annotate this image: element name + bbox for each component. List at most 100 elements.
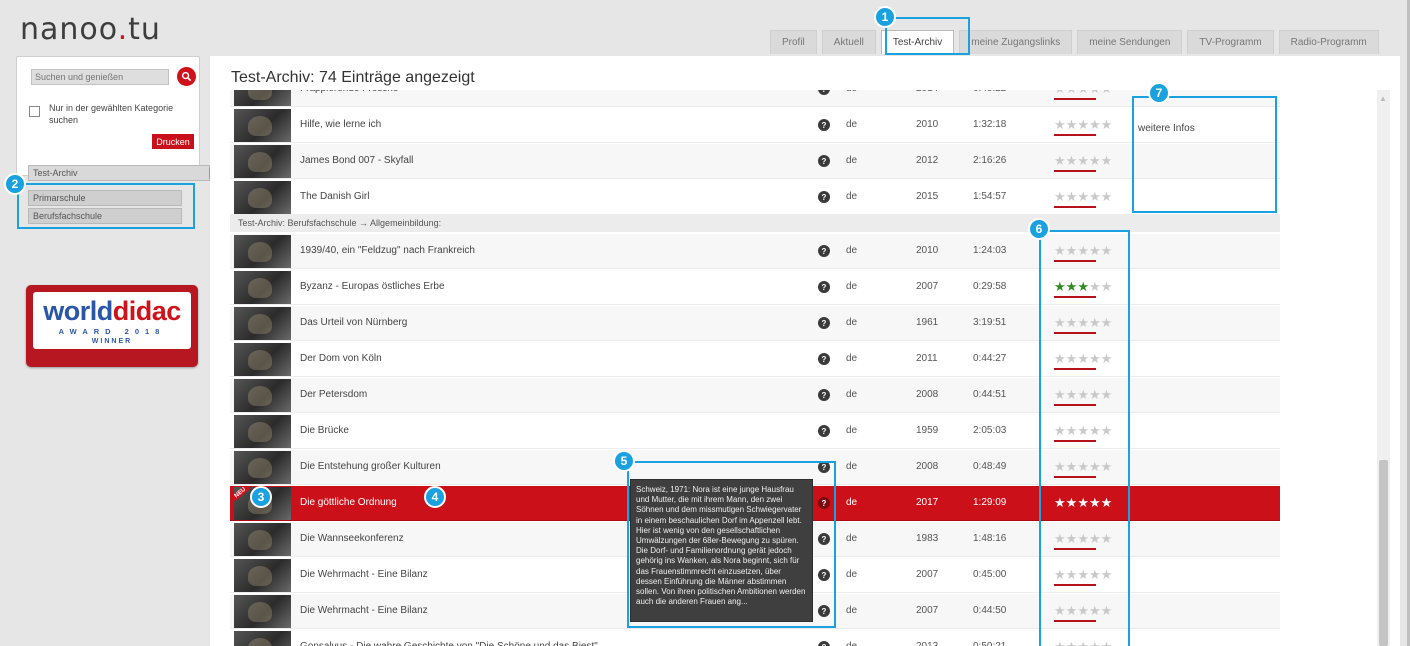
video-thumbnail[interactable] xyxy=(234,90,291,106)
item-title[interactable]: Die Wannseekonferenz xyxy=(300,533,404,544)
list-item[interactable]: The Danish Girl de 2015 1:54:57? ★★★★★ xyxy=(230,180,1280,215)
item-title[interactable]: Die Brücke xyxy=(300,425,349,436)
star-icon[interactable]: ★ xyxy=(1077,90,1089,96)
print-button[interactable]: Drucken xyxy=(152,134,194,149)
item-title[interactable]: Hilfe, wie lerne ich xyxy=(300,119,381,130)
scrollbar[interactable]: ▲ xyxy=(1377,90,1390,646)
star-icon[interactable]: ★ xyxy=(1077,153,1089,168)
tab-aktuell[interactable]: Aktuell xyxy=(821,30,876,54)
star-icon[interactable]: ★ xyxy=(1101,189,1113,204)
star-icon[interactable]: ★ xyxy=(1089,117,1101,132)
star-icon[interactable]: ★ xyxy=(1101,90,1113,96)
rating-stars[interactable]: ★★★★★ xyxy=(1054,117,1112,133)
info-icon[interactable]: ? xyxy=(818,425,830,437)
item-title[interactable]: Die göttliche Ordnung xyxy=(300,497,397,508)
star-icon[interactable]: ★ xyxy=(1089,189,1101,204)
video-thumbnail[interactable] xyxy=(234,271,291,304)
tab-radio-programm[interactable]: Radio-Programm xyxy=(1278,30,1379,54)
star-icon[interactable]: ★ xyxy=(1101,117,1113,132)
rating-stars[interactable]: ★★★★★ xyxy=(1054,189,1112,205)
logo[interactable]: nanoo.tu xyxy=(20,12,161,47)
star-icon[interactable]: ★ xyxy=(1089,153,1101,168)
video-thumbnail[interactable] xyxy=(234,523,291,556)
item-title[interactable]: Gonsalvus - Die wahre Geschichte von "Di… xyxy=(300,641,598,646)
item-title[interactable]: James Bond 007 - Skyfall xyxy=(300,155,413,166)
info-icon[interactable]: ? xyxy=(818,191,830,203)
search-button[interactable] xyxy=(177,67,196,86)
item-language: de xyxy=(846,90,857,94)
video-thumbnail[interactable] xyxy=(234,181,291,214)
list-item[interactable]: Hilfe, wie lerne ich de 2010 1:32:18? ★★★★★ xyxy=(230,108,1280,143)
info-icon[interactable]: ? xyxy=(818,90,830,95)
item-title[interactable]: Das Urteil von Nürnberg xyxy=(300,317,407,328)
video-thumbnail[interactable] xyxy=(234,145,291,178)
star-icon[interactable]: ★ xyxy=(1089,90,1101,96)
star-icon[interactable]: ★ xyxy=(1066,189,1078,204)
star-icon[interactable]: ★ xyxy=(1077,117,1089,132)
video-thumbnail[interactable] xyxy=(234,307,291,340)
video-thumbnail[interactable] xyxy=(234,451,291,484)
star-icon[interactable]: ★ xyxy=(1077,189,1089,204)
search-icon xyxy=(181,71,192,82)
star-icon[interactable]: ★ xyxy=(1054,189,1066,204)
item-year: 1961 xyxy=(916,317,939,328)
rating-stars[interactable]: ★★★★★ xyxy=(1054,153,1112,169)
item-title[interactable]: Die Wehrmacht - Eine Bilanz xyxy=(300,605,428,616)
star-icon[interactable]: ★ xyxy=(1066,90,1078,96)
video-thumbnail[interactable] xyxy=(234,235,291,268)
rating-underline xyxy=(1054,98,1096,100)
page: nanoo.tu Profil Aktuell Test-Archiv mein… xyxy=(0,0,1410,646)
info-icon[interactable]: ? xyxy=(818,281,830,293)
item-title[interactable]: Byzanz - Europas östliches Erbe xyxy=(300,281,445,292)
item-title[interactable]: Die Wehrmacht - Eine Bilanz xyxy=(300,569,428,580)
star-icon[interactable]: ★ xyxy=(1101,153,1113,168)
rating-stars[interactable]: ★★★★★ xyxy=(1054,90,1112,97)
sidebar-item-test-archiv[interactable]: Test-Archiv xyxy=(28,165,210,181)
video-thumbnail[interactable] xyxy=(234,415,291,448)
info-icon[interactable]: ? xyxy=(818,119,830,131)
star-icon[interactable]: ★ xyxy=(1066,117,1078,132)
item-language: de xyxy=(846,281,858,292)
star-icon[interactable]: ★ xyxy=(1054,90,1066,96)
tab-meine-zugangslinks[interactable]: meine Zugangslinks xyxy=(959,30,1073,54)
info-icon[interactable]: ? xyxy=(818,155,830,167)
list-item[interactable]: James Bond 007 - Skyfall de 2012 2:16:26? ★★… xyxy=(230,144,1280,179)
item-year: 2015 xyxy=(916,191,939,202)
award-winner: WINNER xyxy=(91,338,133,345)
rating-underline xyxy=(1054,170,1096,172)
tab-profil[interactable]: Profil xyxy=(770,30,817,54)
item-title[interactable]: Frappierende Frösche xyxy=(300,90,398,94)
video-thumbnail[interactable] xyxy=(234,595,291,628)
video-thumbnail[interactable] xyxy=(234,379,291,412)
scroll-up-icon[interactable]: ▲ xyxy=(1379,94,1387,103)
star-icon[interactable]: ★ xyxy=(1054,117,1066,132)
star-icon[interactable]: ★ xyxy=(1066,153,1078,168)
list-item[interactable]: Frappierende Fröschede20140:49:22?★★★★★ xyxy=(230,90,1280,107)
video-thumbnail[interactable] xyxy=(234,109,291,142)
item-title[interactable]: Der Dom von Köln xyxy=(300,353,382,364)
item-title[interactable]: 1939/40, ein "Feldzug" nach Frankreich xyxy=(300,245,475,256)
tab-meine-sendungen[interactable]: meine Sendungen xyxy=(1077,30,1183,54)
callout-badge-1: 1 xyxy=(874,6,896,28)
info-icon[interactable]: ? xyxy=(818,245,830,257)
info-icon[interactable]: ? xyxy=(818,317,830,329)
scroll-thumb[interactable] xyxy=(1379,460,1388,646)
video-thumbnail[interactable] xyxy=(234,343,291,376)
item-title[interactable]: The Danish Girl xyxy=(300,191,369,202)
tab-tv-programm[interactable]: TV-Programm xyxy=(1187,30,1274,54)
star-icon[interactable]: ★ xyxy=(1054,153,1066,168)
callout-badge-6: 6 xyxy=(1028,218,1050,240)
item-language: de xyxy=(846,353,858,364)
info-icon[interactable]: ? xyxy=(818,389,830,401)
category-checkbox[interactable] xyxy=(29,106,40,117)
sidebar-search-panel: Nur in der gewählten Kategorie suchen Dr… xyxy=(16,56,200,176)
item-year: 2017 xyxy=(916,497,939,508)
video-thumbnail[interactable] xyxy=(234,631,291,646)
callout-badge-3: 3 xyxy=(250,486,272,508)
info-icon[interactable]: ? xyxy=(818,641,830,646)
item-title[interactable]: Die Entstehung großer Kulturen xyxy=(300,461,441,472)
info-icon[interactable]: ? xyxy=(818,353,830,365)
item-title[interactable]: Der Petersdom xyxy=(300,389,367,400)
video-thumbnail[interactable] xyxy=(234,559,291,592)
search-input[interactable] xyxy=(31,69,169,85)
